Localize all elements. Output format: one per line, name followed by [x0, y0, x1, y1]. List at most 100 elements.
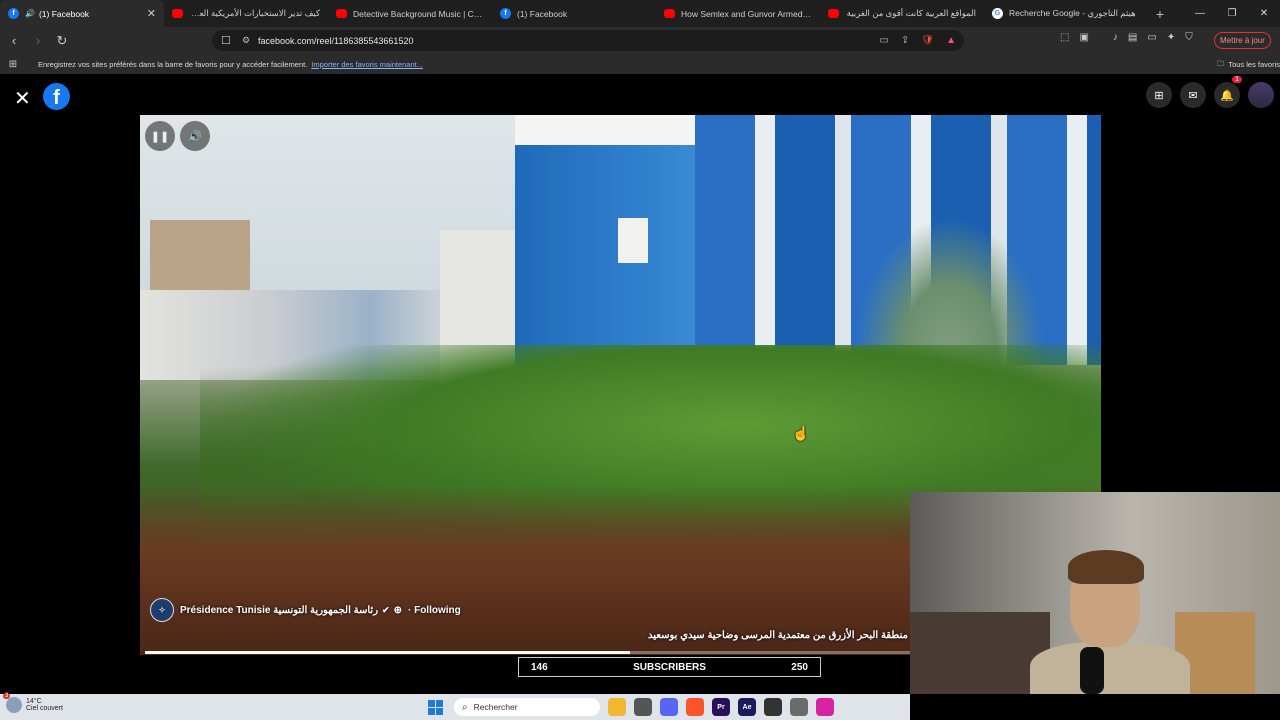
tab-title: (1) Facebook: [38, 8, 90, 19]
volume-icon[interactable]: 🔊: [180, 121, 210, 151]
music-icon[interactable]: ♪: [1113, 32, 1118, 43]
subscriber-counter: 146 SUBSCRIBERS 250: [518, 657, 821, 677]
close-tab-icon[interactable]: ✕: [147, 7, 156, 20]
back-icon[interactable]: ‹: [4, 33, 24, 48]
tab-facebook-active[interactable]: f 🔊 (1) Facebook ✕: [0, 0, 164, 27]
tab-title: المواقع العربية كانت أقوى من الغربية: [846, 8, 976, 18]
subscriber-label: SUBSCRIBERS: [633, 661, 706, 673]
site-info-icon[interactable]: ⚙: [242, 35, 250, 46]
tab-youtube-4[interactable]: المواقع العربية كانت أقوى من الغربية: [820, 0, 984, 27]
restore-icon[interactable]: ❐: [1216, 0, 1248, 27]
webcam-person-body: [1030, 642, 1190, 694]
cloud-icon: 3: [3, 693, 22, 713]
instagram-icon[interactable]: [816, 698, 834, 716]
video-scene-blue-cabin: [515, 115, 700, 365]
notifications-bell-icon[interactable]: 🔔 1: [1214, 76, 1242, 108]
cast-icon[interactable]: ▭: [880, 35, 889, 46]
extensions-area: ⬚ ▣ ♪ ▤ ▭ ✦ ⛉: [1060, 32, 1193, 43]
youtube-icon: [172, 9, 183, 18]
omnibox[interactable]: ☐ ⚙ facebook.com/reel/1186385543661520 ▭…: [212, 30, 964, 51]
brave-shield-icon[interactable]: 🛡: [921, 35, 934, 46]
youtube-icon: [664, 9, 675, 18]
vpn-icon[interactable]: ⛉: [1185, 32, 1193, 43]
video-progress-fill: [145, 651, 630, 654]
tab-youtube-3[interactable]: How Semlex and Gunvor Armed the: [656, 0, 820, 27]
search-placeholder: Rechercher: [473, 702, 518, 712]
temperature: 14°C: [26, 698, 42, 705]
davinci-icon[interactable]: [764, 698, 782, 716]
windows-start-icon[interactable]: [428, 700, 443, 715]
video-scene-electric-box: [618, 218, 648, 263]
reload-icon[interactable]: ↻: [52, 33, 72, 49]
page-avatar[interactable]: ✧: [150, 598, 174, 622]
tab-title: How Semlex and Gunvor Armed the: [681, 8, 812, 19]
url-text[interactable]: facebook.com/reel/1186385543661520: [258, 36, 413, 46]
tab-strip: f 🔊 (1) Facebook ✕ كيف تدير الاستخبارات …: [0, 0, 1280, 27]
apps-grid-icon[interactable]: ⊞: [0, 59, 26, 70]
tab-facebook-2[interactable]: f (1) Facebook: [492, 0, 656, 27]
subscriber-right-count: 250: [791, 661, 808, 673]
all-bookmarks-label: Tous les favoris: [1228, 59, 1280, 69]
tab-title: Recherche Google - هيثم التاجوري: [1009, 8, 1136, 18]
speaker-icon[interactable]: 🔊: [25, 9, 35, 18]
file-explorer-icon[interactable]: [608, 698, 626, 716]
new-tab-button[interactable]: +: [1148, 0, 1172, 27]
brave-icon[interactable]: [686, 698, 704, 716]
messenger-icon[interactable]: ✉: [1180, 82, 1206, 108]
close-icon[interactable]: ✕: [14, 86, 31, 111]
notification-badge: 1: [1232, 76, 1242, 83]
weather-condition: Ciel couvert: [26, 705, 63, 712]
screenshot-icon[interactable]: ▣: [1079, 32, 1088, 43]
globe-icon: ⊕: [393, 604, 402, 616]
discord-icon[interactable]: [660, 698, 678, 716]
video-scene-building: [150, 220, 250, 300]
omnibox-actions: ▭ ⇪ 🛡 ▲: [880, 35, 956, 46]
minimize-icon[interactable]: —: [1184, 0, 1216, 27]
tab-youtube-2[interactable]: Detective Background Music | Crime: [328, 0, 492, 27]
following-button[interactable]: · Following: [408, 605, 461, 616]
taskbar-search[interactable]: ⌕ Rechercher: [454, 698, 600, 716]
youtube-icon: [336, 9, 347, 18]
webcam-overlay: [910, 492, 1280, 694]
profile-avatar[interactable]: [1248, 82, 1274, 108]
facebook-icon: f: [8, 8, 19, 19]
premiere-icon[interactable]: Pr: [712, 698, 730, 716]
forward-icon[interactable]: ›: [28, 33, 48, 48]
import-bookmarks-link[interactable]: Importer des favoris maintenant...: [311, 60, 423, 69]
close-window-icon[interactable]: ✕: [1248, 0, 1280, 27]
youtube-icon: [828, 9, 839, 18]
update-button[interactable]: Mettre à jour: [1214, 32, 1271, 49]
folder-icon: 🗀: [1216, 58, 1225, 68]
ai-icon[interactable]: ✦: [1167, 32, 1175, 43]
address-bar-row: ‹ › ↻ ☐ ⚙ facebook.com/reel/118638554366…: [0, 27, 1280, 54]
tab-youtube-1[interactable]: كيف تدير الاستخبارات الأمريكية العالم؟: [164, 0, 328, 27]
subscriber-left-count: 146: [531, 661, 548, 673]
pause-button[interactable]: ❚❚: [145, 121, 175, 151]
facebook-logo-icon[interactable]: f: [43, 83, 70, 110]
sidebar-icon[interactable]: ▤: [1128, 32, 1137, 43]
webcam-microphone: [1080, 647, 1104, 694]
share-icon[interactable]: ⇪: [901, 35, 909, 46]
video-caption: منطقة البحر الأزرق من معتمدية المرسى وضا…: [648, 630, 908, 641]
bookmarks-message: Enregistrez vos sites préférés dans la b…: [38, 59, 308, 69]
after-effects-icon[interactable]: Ae: [738, 698, 756, 716]
weather-widget[interactable]: 3 14°C Ciel couvert: [3, 693, 63, 713]
reel-page-info: ✧ Présidence Tunisie رئاسة الجمهورية الت…: [150, 598, 461, 622]
taskview-icon[interactable]: [634, 698, 652, 716]
search-icon: ⌕: [462, 701, 468, 713]
calculator-icon[interactable]: [790, 698, 808, 716]
webcam-shelf: [910, 612, 1050, 694]
verified-icon: ✔: [382, 604, 390, 615]
bookmark-icon[interactable]: ☐: [216, 34, 236, 47]
mouse-cursor-icon: ☝: [792, 425, 810, 441]
menu-grid-icon[interactable]: ⊞: [1146, 82, 1172, 108]
facebook-icon: f: [500, 8, 511, 19]
extension-icon[interactable]: ⬚: [1060, 32, 1069, 43]
weather-badge: 3: [3, 693, 11, 699]
facebook-top-actions: ⊞ ✉ 🔔 1: [1146, 76, 1274, 108]
all-bookmarks[interactable]: 🗀 Tous les favoris: [1217, 58, 1280, 71]
tab-google[interactable]: G Recherche Google - هيثم التاجوري: [984, 0, 1148, 27]
page-name[interactable]: Présidence Tunisie رئاسة الجمهورية التون…: [180, 605, 378, 616]
brave-rewards-icon[interactable]: ▲: [946, 35, 956, 46]
wallet-icon[interactable]: ▭: [1147, 32, 1156, 43]
